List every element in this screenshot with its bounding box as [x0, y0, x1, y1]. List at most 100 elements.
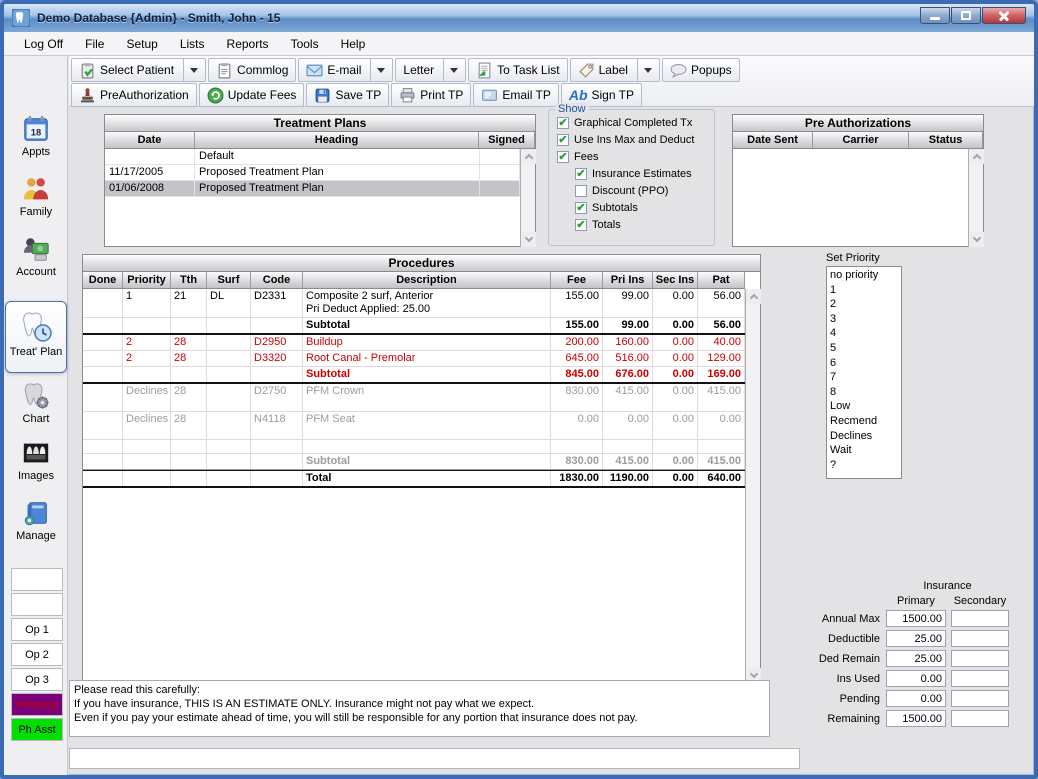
priority-option[interactable]: 6: [830, 356, 901, 371]
procedure-row[interactable]: Declines 28 N4118 PFM Seat 0.00 0.00 0.0…: [83, 412, 745, 440]
annual-max-secondary-field[interactable]: [951, 610, 1009, 627]
scroll-down-icon[interactable]: [521, 232, 536, 247]
priority-option[interactable]: 1: [830, 283, 901, 298]
menu-help[interactable]: Help: [331, 34, 376, 54]
scroll-up-icon[interactable]: [746, 289, 761, 304]
priority-option[interactable]: Low: [830, 399, 901, 414]
checkbox-insurance-estimates[interactable]: ✔ Insurance Estimates: [575, 165, 708, 182]
deductible-primary-field[interactable]: 25.00: [886, 630, 946, 647]
treatment-plan-row-selected[interactable]: 01/06/2008 Proposed Treatment Plan: [105, 181, 520, 197]
update-fees-button[interactable]: Update Fees: [199, 83, 305, 107]
checkbox-use-ins-max-and-deduct[interactable]: ✔ Use Ins Max and Deduct: [557, 131, 708, 148]
priority-option[interactable]: 4: [830, 326, 901, 341]
ded-remain-secondary-field[interactable]: [951, 650, 1009, 667]
to-task-list-button[interactable]: To Task List: [468, 58, 567, 82]
checkbox-fees[interactable]: ✔ Fees: [557, 148, 708, 165]
sidebar-item-family[interactable]: Family: [6, 174, 66, 218]
op-cell-op3[interactable]: Op 3: [11, 668, 63, 691]
save-tp-button[interactable]: Save TP: [306, 83, 389, 107]
menu-tools[interactable]: Tools: [281, 34, 329, 54]
priority-option[interactable]: Wait: [830, 443, 901, 458]
checkbox-box: ✔: [575, 202, 587, 214]
priority-option[interactable]: 5: [830, 341, 901, 356]
preauthorization-button[interactable]: PreAuthorization: [71, 83, 197, 107]
checkbox-graphical-completed-tx[interactable]: ✔ Graphical Completed Tx: [557, 114, 708, 131]
envelope-icon: [306, 62, 323, 79]
label-dropdown[interactable]: [637, 59, 652, 81]
minimize-button[interactable]: [920, 7, 950, 24]
menu-log-off[interactable]: Log Off: [14, 34, 73, 54]
remaining-secondary-field[interactable]: [951, 710, 1009, 727]
procedures-scrollbar[interactable]: [745, 289, 760, 683]
menu-file[interactable]: File: [75, 34, 114, 54]
sidebar-item-images[interactable]: Images: [6, 438, 66, 482]
treatment-plan-row[interactable]: 11/17/2005 Proposed Treatment Plan: [105, 165, 520, 181]
procedure-row[interactable]: 2 28 D3320 Root Canal - Premolar 645.00 …: [83, 351, 745, 367]
priority-option[interactable]: Declines: [830, 429, 901, 444]
email-button[interactable]: E-mail: [298, 58, 393, 82]
pre-authorizations-scrollbar[interactable]: [968, 149, 983, 247]
family-icon: [21, 174, 51, 204]
letter-button[interactable]: Letter: [395, 58, 466, 82]
close-button[interactable]: [982, 7, 1026, 24]
menu-lists[interactable]: Lists: [170, 34, 215, 54]
sidebar-item-chart[interactable]: Chart: [6, 381, 66, 425]
sidebar-item-treat-plan[interactable]: Treat' Plan: [5, 301, 67, 373]
op-cell-blank-2[interactable]: [11, 593, 63, 616]
col-sec-ins: Sec Ins: [653, 272, 698, 288]
ded-remain-primary-field[interactable]: 25.00: [886, 650, 946, 667]
checkbox-totals[interactable]: ✔ Totals: [575, 216, 708, 233]
annual-max-primary-field[interactable]: 1500.00: [886, 610, 946, 627]
op-cell-ptready[interactable]: PtReady: [11, 693, 63, 716]
scroll-up-icon[interactable]: [521, 149, 536, 164]
label-button[interactable]: Label: [570, 58, 660, 82]
ins-used-label: Ins Used: [794, 673, 881, 685]
pending-primary-field[interactable]: 0.00: [886, 690, 946, 707]
procedure-row[interactable]: Declines 28 D2750 PFM Crown 830.00 415.0…: [83, 384, 745, 412]
priority-option[interactable]: 3: [830, 312, 901, 327]
op-cell-blank-1[interactable]: [11, 568, 63, 591]
treatment-plans-scrollbar[interactable]: [520, 149, 535, 247]
bottom-note-field[interactable]: [69, 748, 800, 769]
email-dropdown[interactable]: [370, 59, 385, 81]
floppy-icon: [314, 87, 331, 104]
menu-reports[interactable]: Reports: [217, 34, 279, 54]
scroll-up-icon[interactable]: [969, 149, 984, 164]
priority-option[interactable]: 8: [830, 385, 901, 400]
procedure-row[interactable]: 2 28 D2950 Buildup 200.00 160.00 0.00 40…: [83, 335, 745, 351]
sidebar-item-appts[interactable]: 18 Appts: [6, 114, 66, 158]
email-screen-icon: [481, 87, 498, 104]
deductible-secondary-field[interactable]: [951, 630, 1009, 647]
email-tp-button[interactable]: Email TP: [473, 83, 558, 107]
pending-secondary-field[interactable]: [951, 690, 1009, 707]
treatment-plan-row[interactable]: Default: [105, 149, 520, 165]
select-patient-dropdown[interactable]: [183, 59, 198, 81]
priority-option[interactable]: Recmend: [830, 414, 901, 429]
sidebar-item-account[interactable]: Account: [6, 234, 66, 278]
print-tp-button[interactable]: Print TP: [391, 83, 471, 107]
priority-option[interactable]: no priority: [830, 268, 901, 283]
col-code: Code: [251, 272, 303, 288]
set-priority-label: Set Priority: [826, 252, 880, 264]
scroll-down-icon[interactable]: [969, 232, 984, 247]
task-page-icon: [476, 62, 493, 79]
letter-dropdown[interactable]: [443, 59, 458, 81]
priority-option[interactable]: 7: [830, 370, 901, 385]
priority-option[interactable]: ?: [830, 458, 901, 473]
op-cell-op2[interactable]: Op 2: [11, 643, 63, 666]
remaining-primary-field[interactable]: 1500.00: [886, 710, 946, 727]
select-patient-button[interactable]: Select Patient: [71, 58, 206, 82]
op-cell-op1[interactable]: Op 1: [11, 618, 63, 641]
sidebar-item-manage[interactable]: Manage: [6, 498, 66, 542]
ins-used-primary-field[interactable]: 0.00: [886, 670, 946, 687]
procedure-row[interactable]: 1 21 DL D2331 Composite 2 surf, Anterior…: [83, 289, 745, 318]
maximize-button[interactable]: [951, 7, 981, 24]
priority-option[interactable]: 2: [830, 297, 901, 312]
op-cell-phasst[interactable]: Ph Asst: [11, 718, 63, 741]
popups-button[interactable]: Popups: [662, 58, 740, 82]
checkbox-subtotals[interactable]: ✔ Subtotals: [575, 199, 708, 216]
commlog-button[interactable]: Commlog: [208, 58, 296, 82]
ins-used-secondary-field[interactable]: [951, 670, 1009, 687]
checkbox-discount-ppo[interactable]: Discount (PPO): [575, 182, 708, 199]
menu-setup[interactable]: Setup: [116, 34, 167, 54]
